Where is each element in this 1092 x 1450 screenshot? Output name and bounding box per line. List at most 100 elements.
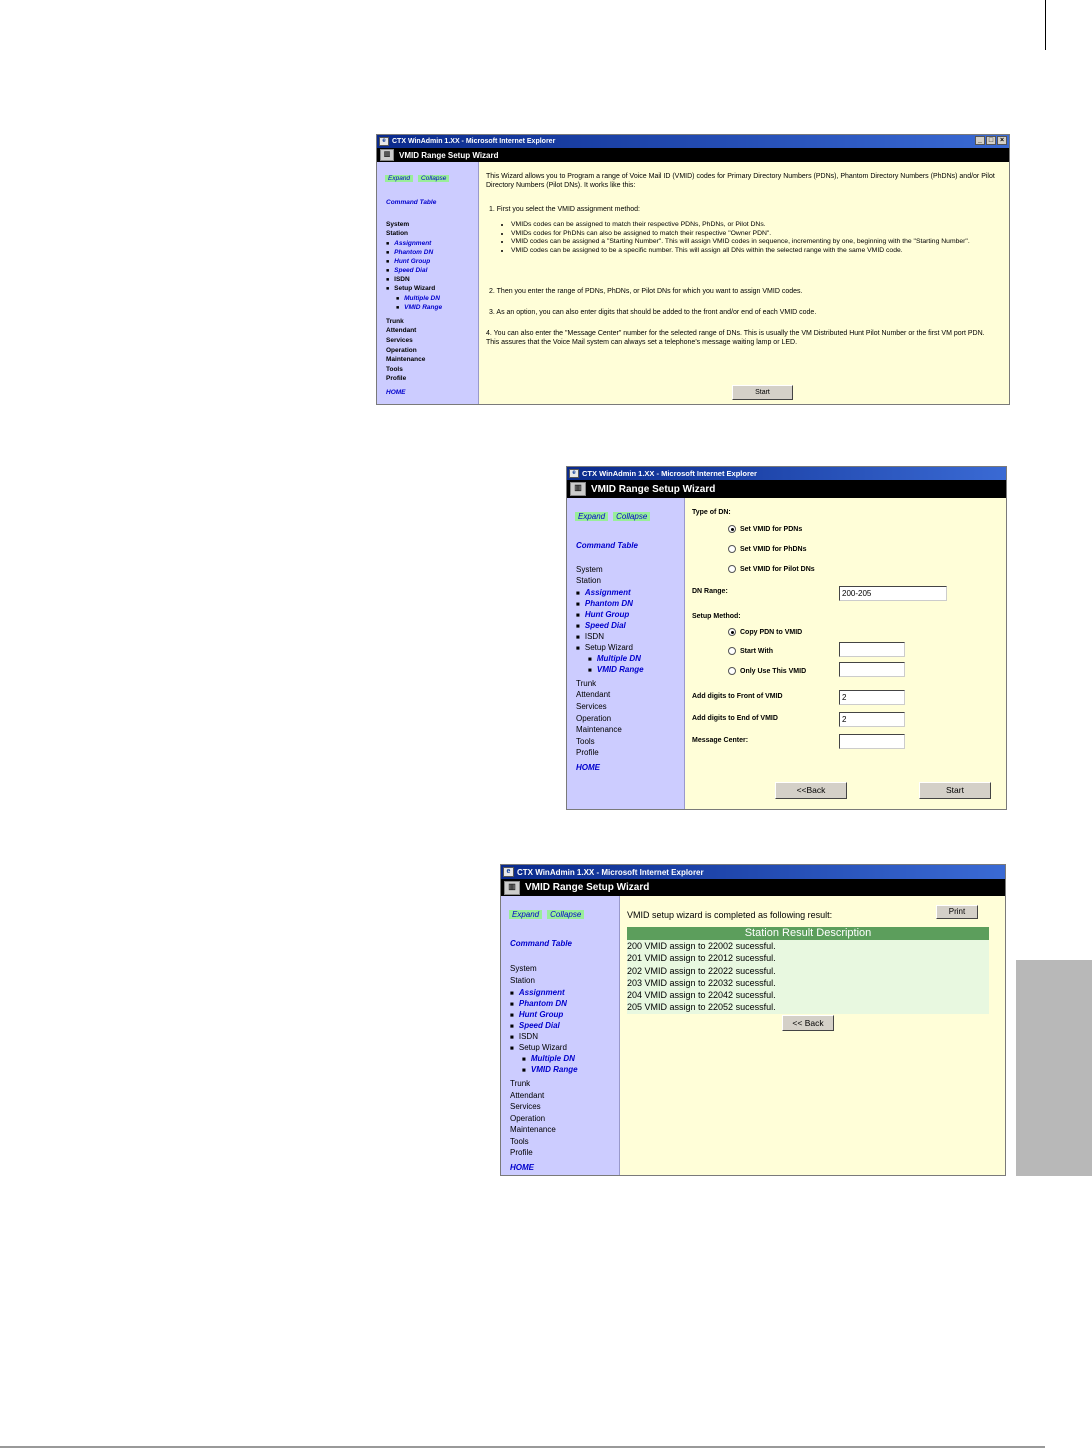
back-button[interactable]: <<Back xyxy=(775,782,847,799)
radio-copy-pdn[interactable] xyxy=(728,628,736,636)
nav-vmid-range[interactable]: VMID Range xyxy=(522,1065,578,1074)
nav-assignment[interactable]: Assignment xyxy=(576,588,631,597)
nav-home[interactable]: HOME xyxy=(510,1163,534,1172)
nav-vmid-range[interactable]: VMID Range xyxy=(588,665,644,674)
radio-only-use-label: Only Use This VMID xyxy=(740,668,807,675)
start-button[interactable]: Start xyxy=(732,385,793,400)
nav-system[interactable]: System xyxy=(386,221,409,228)
nav-maintenance[interactable]: Maintenance xyxy=(510,1125,556,1134)
expand-button[interactable]: Expand xyxy=(509,910,543,919)
nav-trunk[interactable]: Trunk xyxy=(576,679,596,688)
expand-collapse-row: Expand Collapse xyxy=(575,512,655,521)
window-controls: _ □ × xyxy=(975,136,1007,145)
nav-phantom-dn[interactable]: Phantom DN xyxy=(576,599,633,608)
nav-speed-dial[interactable]: Speed Dial xyxy=(576,621,626,630)
radio-pdns[interactable] xyxy=(728,525,736,533)
nav-multiple-dn[interactable]: Multiple DN xyxy=(522,1054,575,1063)
nav-multiple-dn[interactable]: Multiple DN xyxy=(396,295,440,302)
collapse-button[interactable]: Collapse xyxy=(418,175,450,182)
collapse-button[interactable]: Collapse xyxy=(613,512,651,521)
result-table-header: Station Result Description xyxy=(627,927,989,940)
nav-tools[interactable]: Tools xyxy=(576,737,595,746)
nav-command-table[interactable]: Command Table xyxy=(576,541,638,550)
nav-command-table[interactable]: Command Table xyxy=(386,199,436,206)
message-center-input[interactable] xyxy=(839,734,905,749)
dn-range-input[interactable]: 200-205 xyxy=(839,586,947,601)
nav-speed-dial[interactable]: Speed Dial xyxy=(510,1021,560,1030)
nav-isdn[interactable]: ISDN xyxy=(386,276,410,283)
nav-attendant[interactable]: Attendant xyxy=(386,327,416,334)
nav-system[interactable]: System xyxy=(576,565,603,574)
nav-profile[interactable]: Profile xyxy=(386,375,406,382)
nav-operation[interactable]: Operation xyxy=(576,714,611,723)
nav-isdn[interactable]: ISDN xyxy=(576,632,604,641)
nav-multiple-dn[interactable]: Multiple DN xyxy=(588,654,641,663)
nav-profile[interactable]: Profile xyxy=(510,1148,533,1157)
nav-home[interactable]: HOME xyxy=(386,389,406,396)
nav-command-table[interactable]: Command Table xyxy=(510,939,572,948)
nav-maintenance[interactable]: Maintenance xyxy=(576,725,622,734)
collapse-button[interactable]: Collapse xyxy=(547,910,585,919)
expand-button[interactable]: Expand xyxy=(575,512,609,521)
nav-phantom-dn[interactable]: Phantom DN xyxy=(386,249,433,256)
nav-assignment[interactable]: Assignment xyxy=(386,240,431,247)
nav-operation[interactable]: Operation xyxy=(510,1114,545,1123)
only-use-input[interactable] xyxy=(839,662,905,677)
expand-button[interactable]: Expand xyxy=(385,175,414,182)
start-with-input[interactable] xyxy=(839,642,905,657)
radio-start-with[interactable] xyxy=(728,647,736,655)
intro-text: This Wizard allows you to Program a rang… xyxy=(486,173,995,189)
minimize-icon[interactable]: _ xyxy=(975,136,985,145)
nav-attendant[interactable]: Attendant xyxy=(576,690,610,699)
end-digits-input[interactable]: 2 xyxy=(839,712,905,727)
step-3-text: 3. As an option, you can also enter digi… xyxy=(489,309,817,316)
front-digits-input[interactable]: 2 xyxy=(839,690,905,705)
nav-services[interactable]: Services xyxy=(386,337,413,344)
window-title: CTX WinAdmin 1.XX - Microsoft Internet E… xyxy=(582,469,757,478)
nav-maintenance[interactable]: Maintenance xyxy=(386,356,425,363)
nav-assignment[interactable]: Assignment xyxy=(510,988,565,997)
nav-sidebar: Expand Collapse Command Table System Sta… xyxy=(377,162,479,404)
nav-station[interactable]: Station xyxy=(576,576,601,585)
print-button[interactable]: Print xyxy=(936,905,978,919)
radio-phdns-label: Set VMID for PhDNs xyxy=(740,546,807,553)
nav-isdn[interactable]: ISDN xyxy=(510,1032,538,1041)
close-icon[interactable]: × xyxy=(997,136,1007,145)
nav-home[interactable]: HOME xyxy=(576,763,600,772)
step-4-text: 4. You can also enter the "Message Cente… xyxy=(486,330,985,346)
nav-tools[interactable]: Tools xyxy=(510,1137,529,1146)
radio-only-use[interactable] xyxy=(728,667,736,675)
nav-hunt-group[interactable]: Hunt Group xyxy=(510,1010,563,1019)
vmid-form: Type of DN: Set VMID for PDNs Set VMID f… xyxy=(685,498,1006,809)
wizard-title: VMID Range Setup Wizard xyxy=(399,150,499,160)
start-button[interactable]: Start xyxy=(919,782,991,799)
radio-phdns[interactable] xyxy=(728,545,736,553)
nav-services[interactable]: Services xyxy=(510,1102,541,1111)
nav-trunk[interactable]: Trunk xyxy=(386,318,404,325)
nav-hunt-group[interactable]: Hunt Group xyxy=(576,610,629,619)
wizard-title: VMID Range Setup Wizard xyxy=(525,882,650,893)
nav-trunk[interactable]: Trunk xyxy=(510,1079,530,1088)
nav-system[interactable]: System xyxy=(510,964,537,973)
nav-setup-wizard[interactable]: Setup Wizard xyxy=(510,1043,567,1052)
nav-speed-dial[interactable]: Speed Dial xyxy=(386,267,427,274)
radio-pilot-dns-label: Set VMID for Pilot DNs xyxy=(740,566,815,573)
nav-station[interactable]: Station xyxy=(386,230,408,237)
nav-hunt-group[interactable]: Hunt Group xyxy=(386,258,430,265)
nav-tools[interactable]: Tools xyxy=(386,366,403,373)
radio-pilot-dns[interactable] xyxy=(728,565,736,573)
method-bullets: VMIDs codes can be assigned to match the… xyxy=(497,221,1009,255)
screenshot-2-window: e CTX WinAdmin 1.XX - Microsoft Internet… xyxy=(566,466,1007,810)
nav-station[interactable]: Station xyxy=(510,976,535,985)
maximize-icon[interactable]: □ xyxy=(986,136,996,145)
nav-operation[interactable]: Operation xyxy=(386,347,417,354)
back-button[interactable]: << Back xyxy=(782,1015,834,1031)
nav-setup-wizard[interactable]: Setup Wizard xyxy=(386,285,435,292)
nav-phantom-dn[interactable]: Phantom DN xyxy=(510,999,567,1008)
nav-vmid-range[interactable]: VMID Range xyxy=(396,304,442,311)
nav-attendant[interactable]: Attendant xyxy=(510,1091,544,1100)
nav-services[interactable]: Services xyxy=(576,702,607,711)
nav-setup-wizard[interactable]: Setup Wizard xyxy=(576,643,633,652)
app-icon: ▥ xyxy=(380,149,394,161)
nav-profile[interactable]: Profile xyxy=(576,748,599,757)
